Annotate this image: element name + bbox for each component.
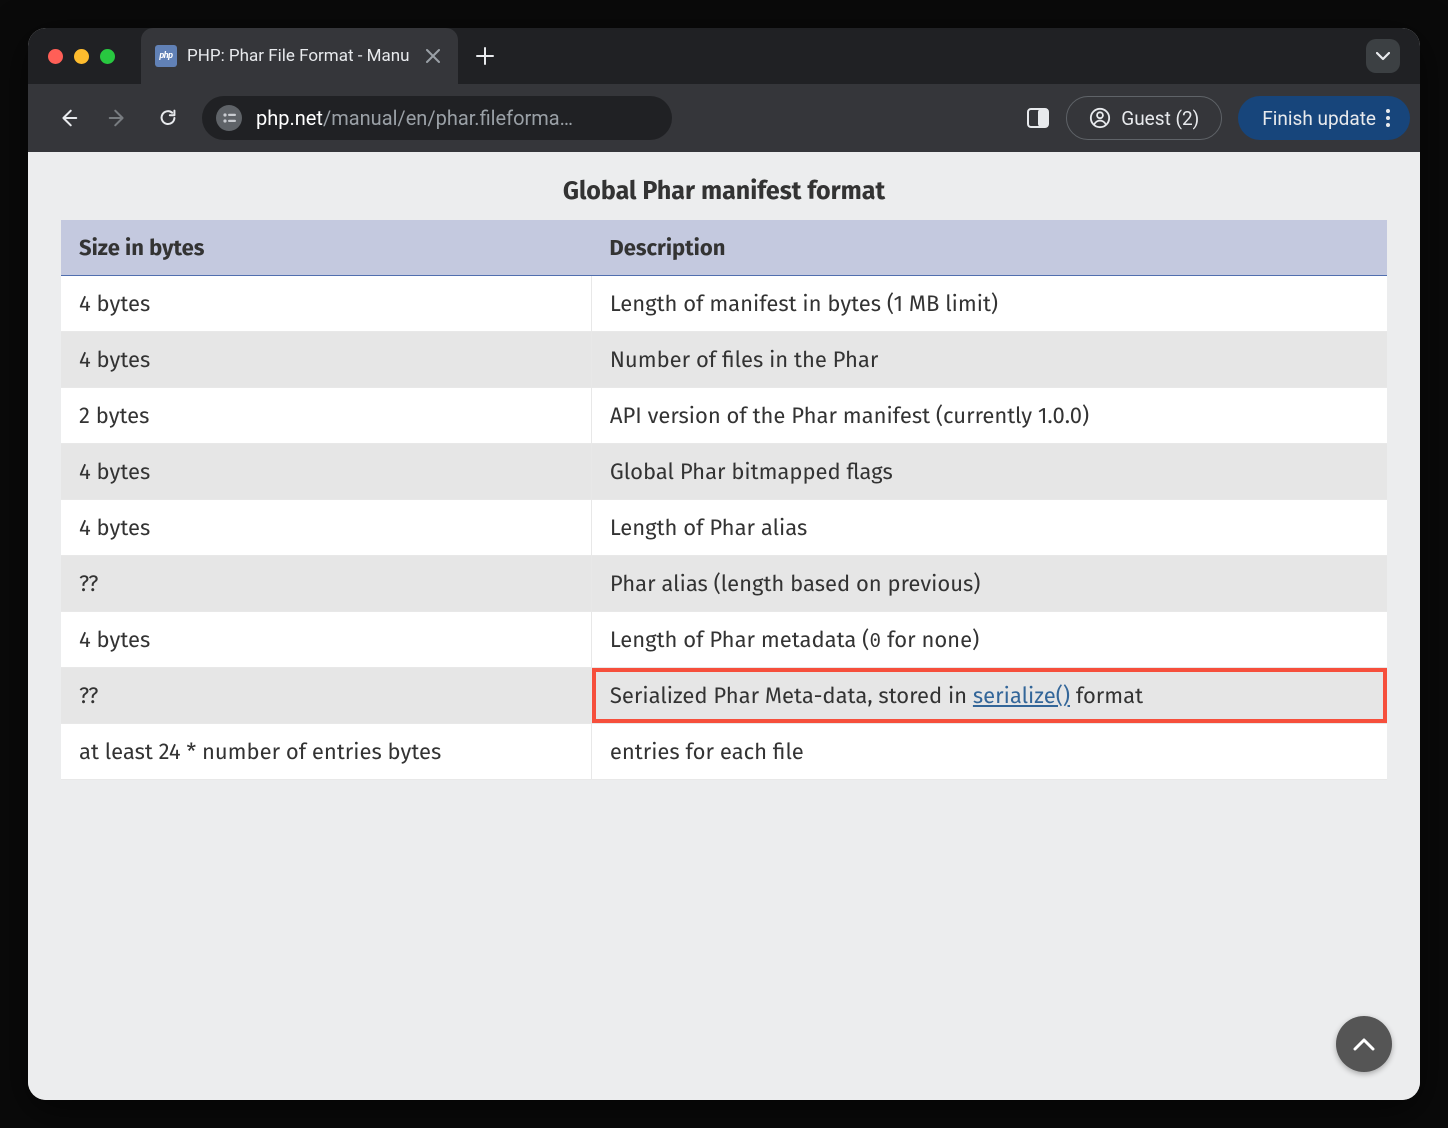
table-row: ??Serialized Phar Meta-data, stored in s… xyxy=(61,668,1387,724)
cell-description: API version of the Phar manifest (curren… xyxy=(591,388,1387,444)
manifest-format-table: Size in bytes Description 4 bytesLength … xyxy=(61,220,1387,780)
table-row: 4 bytesGlobal Phar bitmapped flags xyxy=(61,444,1387,500)
tab-title: PHP: Phar File Format - Manu xyxy=(187,46,410,66)
profile-button[interactable]: Guest (2) xyxy=(1066,96,1222,140)
cell-description: Global Phar bitmapped flags xyxy=(591,444,1387,500)
cell-description: Length of Phar alias xyxy=(591,500,1387,556)
table-row: at least 24 * number of entries bytesent… xyxy=(61,724,1387,780)
side-panel-button[interactable] xyxy=(1016,96,1060,140)
table-row: 2 bytesAPI version of the Phar manifest … xyxy=(61,388,1387,444)
cell-size: ?? xyxy=(61,668,591,724)
profile-label: Guest (2) xyxy=(1121,107,1199,130)
cell-size: 4 bytes xyxy=(61,332,591,388)
cell-size: 4 bytes xyxy=(61,612,591,668)
tab-search-button[interactable] xyxy=(1366,39,1400,73)
cell-description: entries for each file xyxy=(591,724,1387,780)
finish-update-label: Finish update xyxy=(1262,107,1376,130)
back-button[interactable] xyxy=(46,96,90,140)
favicon-php-icon: php xyxy=(155,45,177,67)
table-row: 4 bytesNumber of files in the Phar xyxy=(61,332,1387,388)
serialize-link[interactable]: serialize() xyxy=(973,682,1070,709)
cell-description: Phar alias (length based on previous) xyxy=(591,556,1387,612)
table-row: 4 bytesLength of manifest in bytes (1 MB… xyxy=(61,276,1387,332)
cell-description: Length of manifest in bytes (1 MB limit) xyxy=(591,276,1387,332)
kebab-menu-icon xyxy=(1386,109,1390,127)
code-literal: 0 xyxy=(869,629,881,653)
cell-size: 4 bytes xyxy=(61,500,591,556)
close-window-button[interactable] xyxy=(48,49,63,64)
site-info-icon[interactable] xyxy=(216,105,242,131)
finish-update-button[interactable]: Finish update xyxy=(1238,96,1410,140)
cell-size: 2 bytes xyxy=(61,388,591,444)
table-row: ??Phar alias (length based on previous) xyxy=(61,556,1387,612)
forward-button[interactable] xyxy=(96,96,140,140)
cell-description: Serialized Phar Meta-data, stored in ser… xyxy=(591,668,1387,724)
column-header-size: Size in bytes xyxy=(61,220,591,276)
cell-size: ?? xyxy=(61,556,591,612)
window-controls xyxy=(48,49,115,64)
fullscreen-window-button[interactable] xyxy=(100,49,115,64)
cell-description: Number of files in the Phar xyxy=(591,332,1387,388)
guest-icon xyxy=(1089,107,1111,129)
column-header-description: Description xyxy=(591,220,1387,276)
toolbar: php.net/manual/en/phar.fileforma… Guest … xyxy=(28,84,1420,152)
table-caption: Global Phar manifest format xyxy=(28,176,1420,206)
browser-window: php PHP: Phar File Format - Manu xyxy=(28,28,1420,1100)
browser-tab[interactable]: php PHP: Phar File Format - Manu xyxy=(141,28,458,84)
reload-button[interactable] xyxy=(146,96,190,140)
cell-size: at least 24 * number of entries bytes xyxy=(61,724,591,780)
table-row: 4 bytesLength of Phar alias xyxy=(61,500,1387,556)
table-row: 4 bytesLength of Phar metadata (0 for no… xyxy=(61,612,1387,668)
new-tab-button[interactable] xyxy=(476,47,494,65)
minimize-window-button[interactable] xyxy=(74,49,89,64)
scroll-to-top-button[interactable] xyxy=(1336,1016,1392,1072)
address-bar[interactable]: php.net/manual/en/phar.fileforma… xyxy=(202,96,672,140)
cell-description: Length of Phar metadata (0 for none) xyxy=(591,612,1387,668)
cell-size: 4 bytes xyxy=(61,444,591,500)
cell-size: 4 bytes xyxy=(61,276,591,332)
tab-strip: php PHP: Phar File Format - Manu xyxy=(28,28,1420,84)
url-text: php.net/manual/en/phar.fileforma… xyxy=(256,106,573,130)
close-tab-button[interactable] xyxy=(420,49,446,63)
page-content: Global Phar manifest format Size in byte… xyxy=(28,152,1420,1100)
